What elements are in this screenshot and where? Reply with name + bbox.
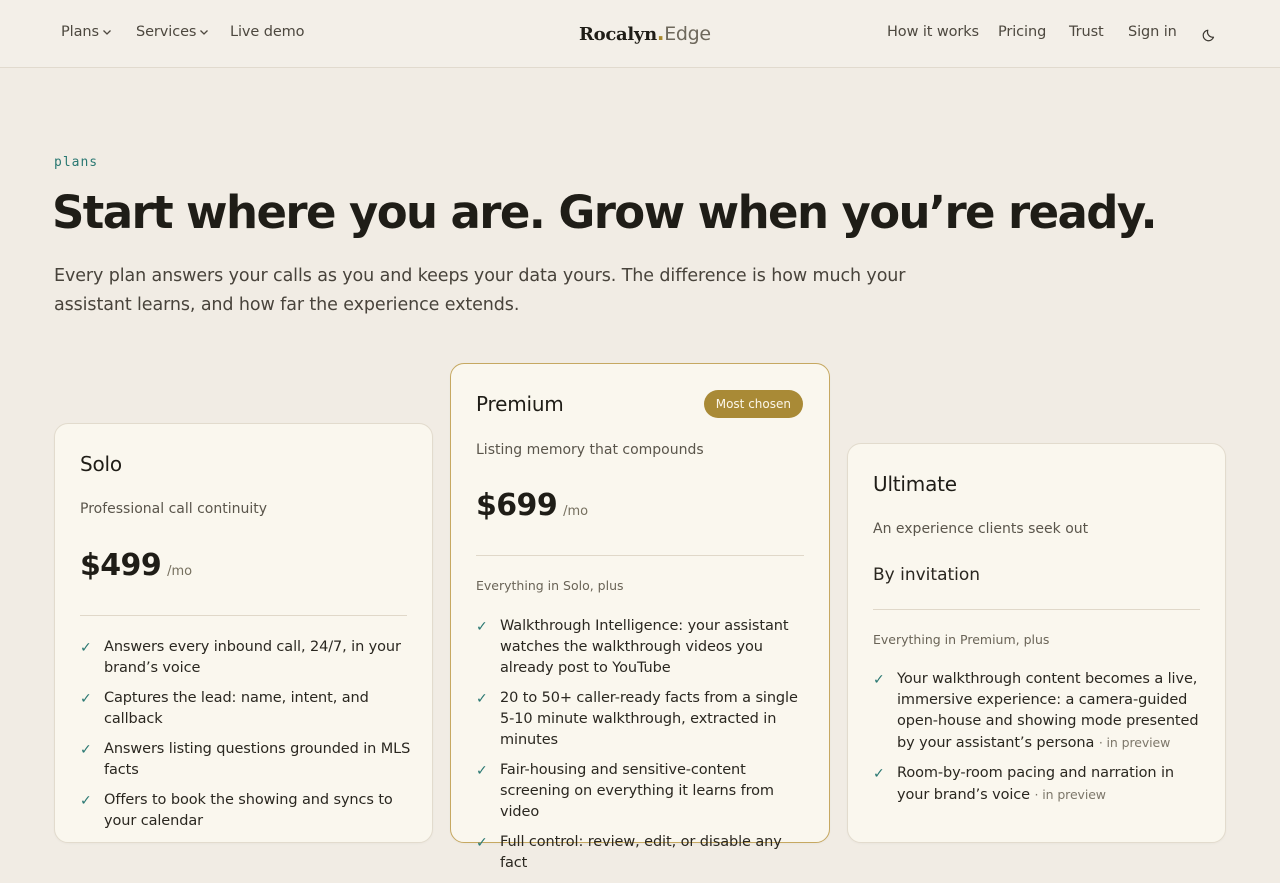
plan-price: $699/mo bbox=[476, 488, 588, 523]
feature-text: Walkthrough Intelligence: your assistant… bbox=[500, 618, 789, 676]
nav-plans-menu[interactable]: Plans bbox=[61, 24, 112, 40]
feature-text: Full control: review, edit, or disable a… bbox=[500, 834, 782, 871]
preview-note: · in preview bbox=[1098, 735, 1171, 750]
nav-services-label: Services bbox=[136, 24, 197, 40]
plan-name: Premium bbox=[476, 392, 564, 416]
section-eyebrow: plans bbox=[54, 155, 99, 170]
check-icon: ✓ bbox=[873, 672, 885, 688]
plan-name: Ultimate bbox=[873, 472, 957, 496]
plan-price: $499/mo bbox=[80, 548, 192, 583]
list-item: ✓ Offers to book the showing and syncs to… bbox=[80, 790, 412, 832]
top-nav: Plans Services Live demo Rocalyn.Edge Ho… bbox=[0, 0, 1280, 68]
nav-pricing-link[interactable]: Pricing bbox=[998, 24, 1046, 40]
list-item: ✓ Walkthrough Intelligence: your assistan… bbox=[476, 616, 809, 679]
list-item: ✓ Answers every inbound call, 24/7, in yo… bbox=[80, 637, 412, 679]
feature-text: Fair-housing and sensitive-content scree… bbox=[500, 762, 774, 820]
check-icon: ✓ bbox=[476, 619, 488, 635]
feature-text: Offers to book the showing and syncs to … bbox=[104, 792, 393, 829]
feature-text: 20 to 50+ caller-ready facts from a sing… bbox=[500, 690, 798, 748]
price-period: /mo bbox=[167, 564, 193, 579]
nav-plans-label: Plans bbox=[61, 24, 99, 40]
plan-card-solo: Solo Professional call continuity $499/m… bbox=[54, 423, 433, 843]
feature-text: Answers every inbound call, 24/7, in you… bbox=[104, 639, 401, 676]
page-title: Start where you are. Grow when you’re re… bbox=[52, 186, 1158, 239]
plan-availability: By invitation bbox=[873, 565, 981, 585]
most-chosen-badge: Most chosen bbox=[703, 390, 803, 418]
price-amount: $499 bbox=[80, 548, 162, 583]
plan-name: Solo bbox=[80, 452, 122, 476]
nav-sign-in-link[interactable]: Sign in bbox=[1128, 24, 1177, 40]
logo-part-2: Edge bbox=[664, 23, 711, 45]
list-item: ✓ Your walkthrough content becomes a live… bbox=[873, 669, 1205, 754]
list-item: ✓ Captures the lead: name, intent, and ca… bbox=[80, 688, 412, 730]
check-icon: ✓ bbox=[476, 691, 488, 707]
check-icon: ✓ bbox=[80, 742, 92, 758]
moon-icon[interactable] bbox=[1201, 26, 1217, 42]
brand-logo[interactable]: Rocalyn.Edge bbox=[579, 21, 711, 45]
nav-services-menu[interactable]: Services bbox=[136, 24, 209, 40]
list-item: ✓ Full control: review, edit, or disable … bbox=[476, 832, 809, 874]
check-icon: ✓ bbox=[80, 793, 92, 809]
logo-part-1: Rocalyn bbox=[579, 24, 657, 45]
divider bbox=[873, 609, 1200, 610]
list-item: ✓ 20 to 50+ caller-ready facts from a sin… bbox=[476, 688, 809, 751]
check-icon: ✓ bbox=[80, 640, 92, 656]
chevron-down-icon bbox=[200, 30, 209, 35]
nav-how-it-works-link[interactable]: How it works bbox=[887, 24, 979, 40]
plan-card-premium: Premium Most chosen Listing memory that … bbox=[450, 363, 830, 871]
plan-card-ultimate: Ultimate An experience clients seek out … bbox=[847, 443, 1226, 843]
list-item: ✓ Fair-housing and sensitive-content scre… bbox=[476, 760, 809, 823]
nav-live-demo-link[interactable]: Live demo bbox=[230, 24, 305, 40]
check-icon: ✓ bbox=[873, 766, 885, 782]
feature-text: Captures the lead: name, intent, and cal… bbox=[104, 690, 369, 727]
feature-list: ✓ Answers every inbound call, 24/7, in yo… bbox=[80, 637, 412, 841]
check-icon: ✓ bbox=[476, 763, 488, 779]
check-icon: ✓ bbox=[476, 835, 488, 851]
chevron-down-icon bbox=[102, 30, 111, 35]
price-period: /mo bbox=[563, 504, 589, 519]
feature-list: ✓ Walkthrough Intelligence: your assistan… bbox=[476, 616, 809, 883]
feature-list: ✓ Your walkthrough content becomes a live… bbox=[873, 669, 1205, 815]
list-item: ✓ Answers listing questions grounded in M… bbox=[80, 739, 412, 781]
plan-tagline: Professional call continuity bbox=[80, 501, 268, 517]
page-lede: Every plan answers your calls as you and… bbox=[54, 266, 906, 315]
price-amount: $699 bbox=[476, 488, 558, 523]
check-icon: ✓ bbox=[80, 691, 92, 707]
divider bbox=[476, 555, 804, 556]
plan-tagline: An experience clients seek out bbox=[873, 521, 1089, 537]
feature-text: Answers listing questions grounded in ML… bbox=[104, 741, 411, 778]
nav-trust-link[interactable]: Trust bbox=[1069, 24, 1104, 40]
plan-tagline: Listing memory that compounds bbox=[476, 442, 704, 458]
plan-includes: Everything in Solo, plus bbox=[476, 578, 624, 593]
plan-includes: Everything in Premium, plus bbox=[873, 632, 1050, 647]
divider bbox=[80, 615, 407, 616]
